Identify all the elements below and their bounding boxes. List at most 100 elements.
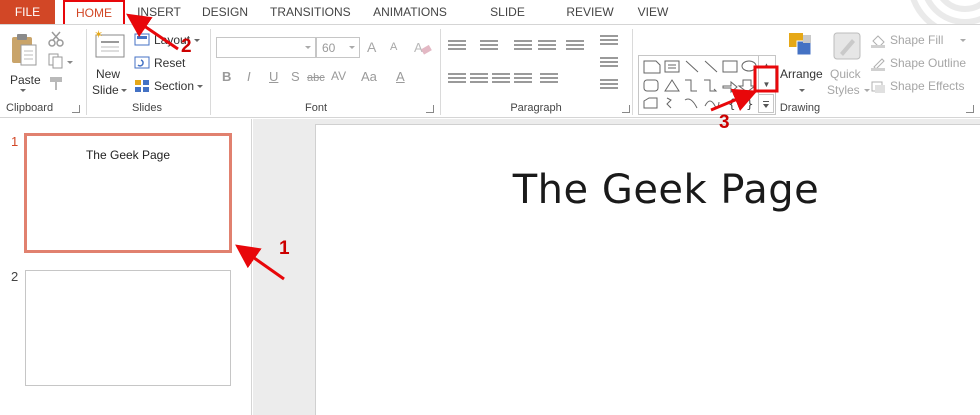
ribbon: Paste Clipboard ✶ New Slide Layout Reset… — [0, 24, 980, 118]
clipboard-dialog-launcher[interactable] — [72, 105, 80, 113]
shape-effects-icon — [871, 81, 885, 93]
section-label: Section — [154, 79, 195, 93]
tab-design[interactable]: DESIGN — [200, 0, 250, 24]
svg-text:✶: ✶ — [94, 29, 103, 41]
section-button[interactable]: Section — [134, 77, 204, 95]
align-left-icon[interactable] — [448, 73, 466, 87]
line-spacing-icon[interactable] — [566, 40, 584, 54]
tab-view[interactable]: VIEW — [635, 0, 671, 24]
clipboard-group-label: Clipboard — [6, 102, 54, 114]
slide-thumbnail[interactable] — [25, 270, 231, 386]
slide-number: 2 — [11, 269, 19, 284]
shape-effects-button[interactable]: Shape Effects — [870, 78, 978, 96]
chevron-down-icon — [20, 89, 26, 92]
shape-effects-label: Shape Effects — [890, 79, 965, 93]
arrange-icon — [789, 33, 812, 56]
slide-number: 1 — [11, 134, 19, 149]
tab-animations[interactable]: ANIMATIONS — [370, 0, 450, 24]
arrange-button[interactable]: Arrange — [779, 29, 825, 99]
text-direction-icon[interactable] — [600, 35, 618, 49]
character-spacing-button[interactable]: AV — [331, 69, 346, 83]
tab-file[interactable]: FILE — [0, 0, 55, 24]
new-slide-button[interactable]: ✶ New Slide — [90, 29, 128, 99]
reset-icon — [134, 56, 150, 69]
paste-label: Paste — [10, 73, 41, 87]
tab-home[interactable]: HOME — [63, 0, 125, 24]
cut-icon[interactable] — [48, 31, 64, 47]
strikethrough-button[interactable]: abc — [307, 72, 325, 84]
decrease-indent-icon[interactable] — [514, 40, 532, 54]
increase-indent-icon[interactable] — [538, 40, 556, 54]
chevron-down-icon — [305, 46, 311, 49]
new-slide-label-line1: New — [96, 67, 121, 81]
quick-styles-icon — [833, 32, 861, 60]
chevron-down-icon — [197, 85, 203, 88]
shape-outline-label: Shape Outline — [890, 56, 967, 70]
shape-fill-button[interactable]: Shape Fill — [870, 32, 974, 50]
layout-icon — [134, 33, 150, 46]
title-decoration-rings — [910, 0, 980, 24]
group-separator — [632, 29, 633, 115]
slide-title-placeholder[interactable]: The Geek Page — [316, 167, 980, 213]
chevron-down-icon — [67, 61, 73, 64]
group-separator — [86, 29, 87, 115]
numbering-icon[interactable] — [480, 40, 498, 54]
tab-review[interactable]: REVIEW — [565, 0, 615, 24]
tab-transitions[interactable]: TRANSITIONS — [270, 0, 351, 24]
quick-styles-button[interactable]: Quick Styles — [826, 29, 870, 101]
group-separator — [210, 29, 211, 115]
format-painter-icon[interactable] — [48, 75, 66, 91]
italic-button[interactable]: I — [247, 69, 251, 84]
chevron-down-icon — [121, 89, 127, 92]
shrink-font-button[interactable]: A — [390, 41, 397, 53]
chevron-down-icon — [960, 39, 966, 42]
tab-slide-show[interactable]: SLIDE SHOW — [470, 0, 545, 43]
font-color-button[interactable]: A — [396, 69, 405, 84]
font-dialog-launcher[interactable] — [426, 105, 434, 113]
shape-outline-button[interactable]: Shape Outline — [870, 55, 978, 73]
copy-icon[interactable] — [48, 53, 66, 69]
new-slide-label-line2: Slide — [92, 83, 119, 97]
paste-button[interactable]: Paste — [6, 31, 42, 97]
slides-group-label: Slides — [132, 102, 162, 114]
quick-styles-label-line1: Quick — [830, 67, 861, 81]
new-slide-icon: ✶ — [94, 29, 125, 58]
group-separator — [440, 29, 441, 115]
shape-fill-label: Shape Fill — [890, 33, 944, 47]
bold-button[interactable]: B — [222, 69, 231, 84]
paragraph-dialog-launcher[interactable] — [622, 105, 630, 113]
shapes-scroll-down-button[interactable]: ▼ — [758, 75, 774, 94]
section-icon — [135, 80, 149, 92]
annotation-step-3: 3 — [719, 112, 730, 133]
font-size-value: 60 — [322, 41, 336, 55]
paragraph-group-label: Paragraph — [510, 102, 562, 114]
chevron-down-icon — [349, 46, 355, 49]
slide-editing-area: The Geek Page — [253, 119, 980, 415]
quick-styles-label-line2: Styles — [827, 83, 860, 97]
chevron-down-icon — [194, 39, 200, 42]
shapes-scroll-up-button[interactable]: ▲ — [758, 56, 774, 75]
tab-insert[interactable]: INSERT — [135, 0, 183, 24]
align-center-icon[interactable] — [470, 73, 488, 87]
smartart-icon[interactable] — [600, 79, 618, 93]
change-case-button[interactable]: Aa — [361, 69, 377, 84]
svg-text:A: A — [414, 40, 423, 55]
font-size-combobox[interactable]: 60 — [316, 37, 360, 58]
text-shadow-button[interactable]: S — [291, 69, 300, 84]
justify-icon[interactable] — [514, 73, 532, 87]
reset-label: Reset — [154, 56, 186, 70]
slide-canvas[interactable]: The Geek Page — [315, 124, 980, 415]
font-name-combobox[interactable] — [216, 37, 316, 58]
bullets-icon[interactable] — [448, 40, 466, 54]
paint-bucket-icon — [871, 35, 885, 48]
columns-icon[interactable] — [540, 73, 558, 87]
pen-outline-icon — [871, 58, 885, 71]
clear-formatting-icon[interactable]: A — [414, 39, 432, 55]
font-group-label: Font — [304, 102, 327, 114]
slide-thumbnail[interactable]: The Geek Page — [24, 133, 232, 253]
grow-font-button[interactable]: A — [367, 39, 376, 55]
drawing-dialog-launcher[interactable] — [966, 105, 974, 113]
align-right-icon[interactable] — [492, 73, 510, 87]
align-text-icon[interactable] — [600, 57, 618, 71]
underline-button[interactable]: U — [269, 69, 278, 84]
